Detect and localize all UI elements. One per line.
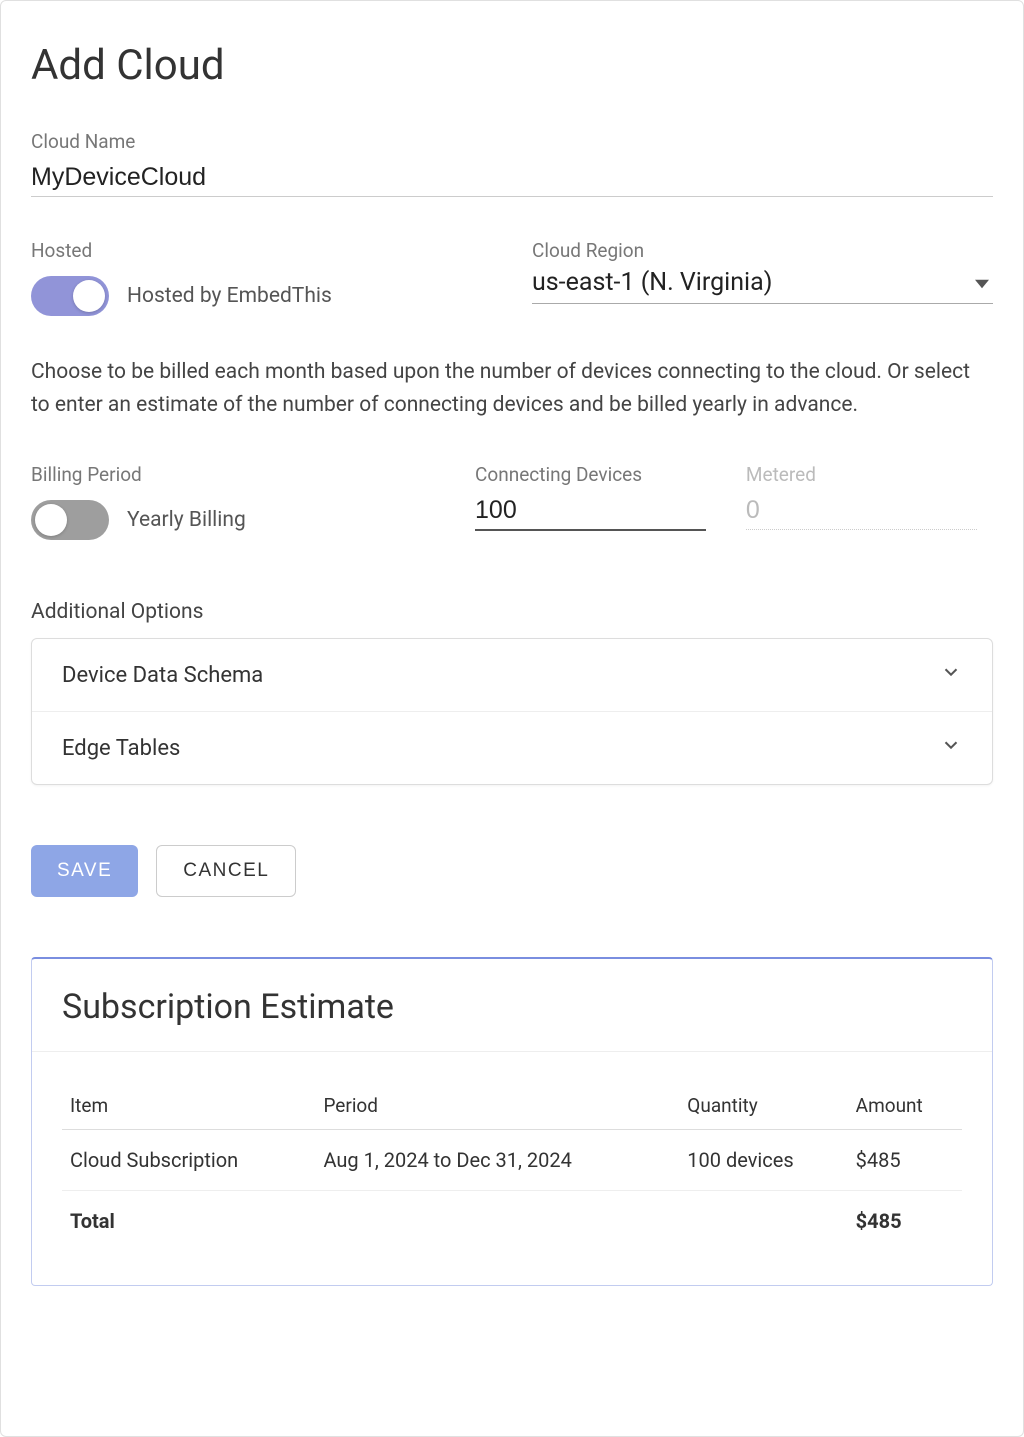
table-total-row: Total $485 [62,1191,962,1252]
accordion-item-device-data-schema[interactable]: Device Data Schema [32,639,992,711]
cloud-name-label: Cloud Name [31,130,993,153]
page-title: Add Cloud [31,41,993,90]
estimate-total-label: Total [62,1191,315,1252]
estimate-header-quantity: Quantity [679,1082,847,1130]
estimate-cell-item: Cloud Subscription [62,1130,315,1191]
estimate-cell-quantity: 100 devices [679,1130,847,1191]
additional-options-accordion: Device Data Schema Edge Tables [31,638,993,785]
metered-input [746,492,977,530]
estimate-cell-period: Aug 1, 2024 to Dec 31, 2024 [315,1130,679,1191]
estimate-header-amount: Amount [848,1082,962,1130]
hosted-toggle[interactable] [31,276,109,316]
billing-period-label: Billing Period [31,463,435,486]
save-button[interactable]: Save [31,845,138,897]
cloud-region-label: Cloud Region [532,239,993,262]
accordion-item-label: Device Data Schema [62,663,263,688]
cloud-name-input[interactable] [31,159,993,197]
subscription-estimate-card: Subscription Estimate Item Period Quanti… [31,957,993,1286]
chevron-down-icon [940,661,962,689]
hosted-toggle-label: Hosted by EmbedThis [127,284,332,308]
billing-period-toggle[interactable] [31,500,109,540]
subscription-estimate-title: Subscription Estimate [62,987,962,1027]
cloud-region-select[interactable]: us-east-1 (N. Virginia) [532,268,993,304]
connecting-devices-label: Connecting Devices [475,463,706,486]
billing-description: Choose to be billed each month based upo… [31,356,993,421]
estimate-cell-amount: $485 [848,1130,962,1191]
estimate-header-period: Period [315,1082,679,1130]
cancel-button[interactable]: Cancel [156,845,296,897]
table-row: Cloud Subscription Aug 1, 2024 to Dec 31… [62,1130,962,1191]
estimate-header-item: Item [62,1082,315,1130]
metered-label: Metered [746,463,977,486]
connecting-devices-input[interactable] [475,492,706,531]
additional-options-title: Additional Options [31,600,993,624]
accordion-item-label: Edge Tables [62,736,180,761]
estimate-table: Item Period Quantity Amount Cloud Subscr… [62,1082,962,1251]
estimate-total-amount: $485 [848,1191,962,1252]
cloud-region-value: us-east-1 (N. Virginia) [532,268,772,297]
hosted-label: Hosted [31,239,492,262]
accordion-item-edge-tables[interactable]: Edge Tables [32,711,992,784]
chevron-down-icon [940,734,962,762]
caret-down-icon [975,276,989,295]
billing-period-toggle-label: Yearly Billing [127,508,246,532]
